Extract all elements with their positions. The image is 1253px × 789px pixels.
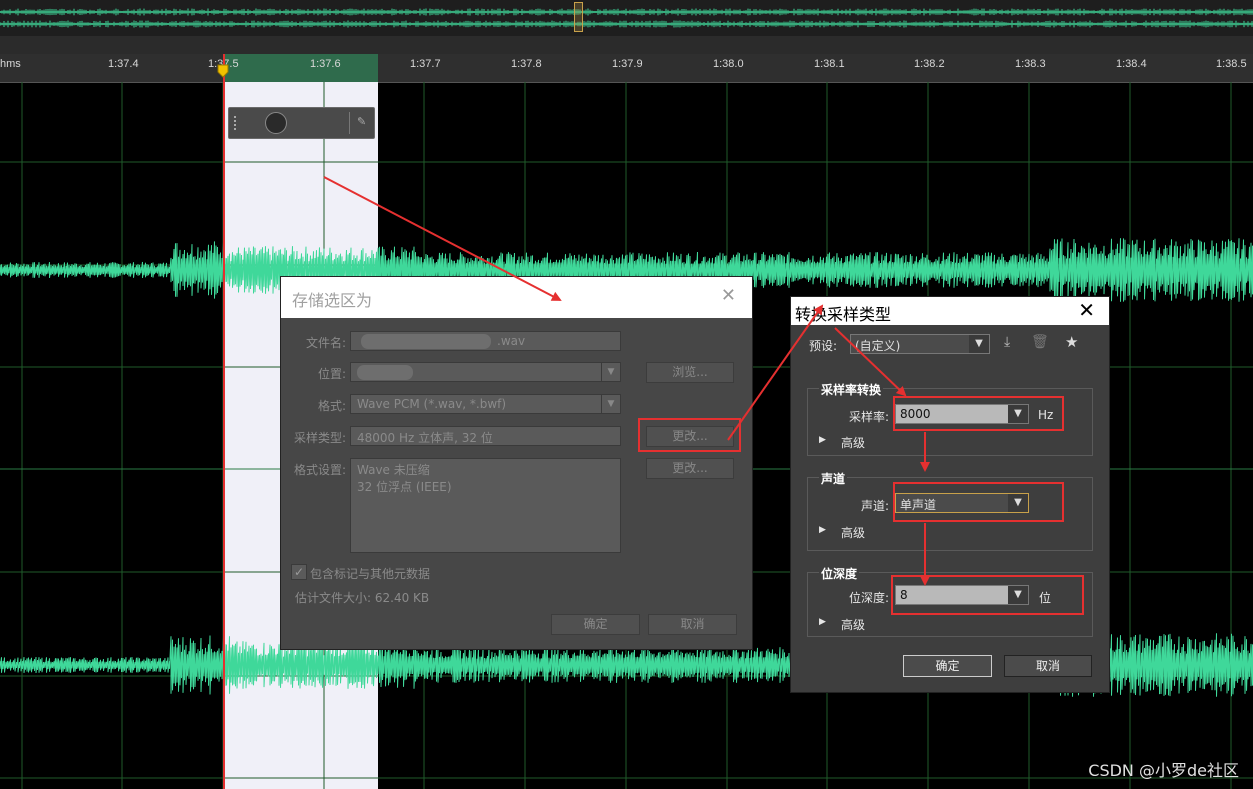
arrow-hud-to-dialog	[323, 176, 562, 301]
arrow-to-sample-rate	[834, 327, 907, 397]
watermark: CSDN @小罗de社区	[1088, 761, 1239, 780]
arrow-change-to-convert	[727, 304, 824, 441]
annotation-arrows	[323, 176, 930, 586]
